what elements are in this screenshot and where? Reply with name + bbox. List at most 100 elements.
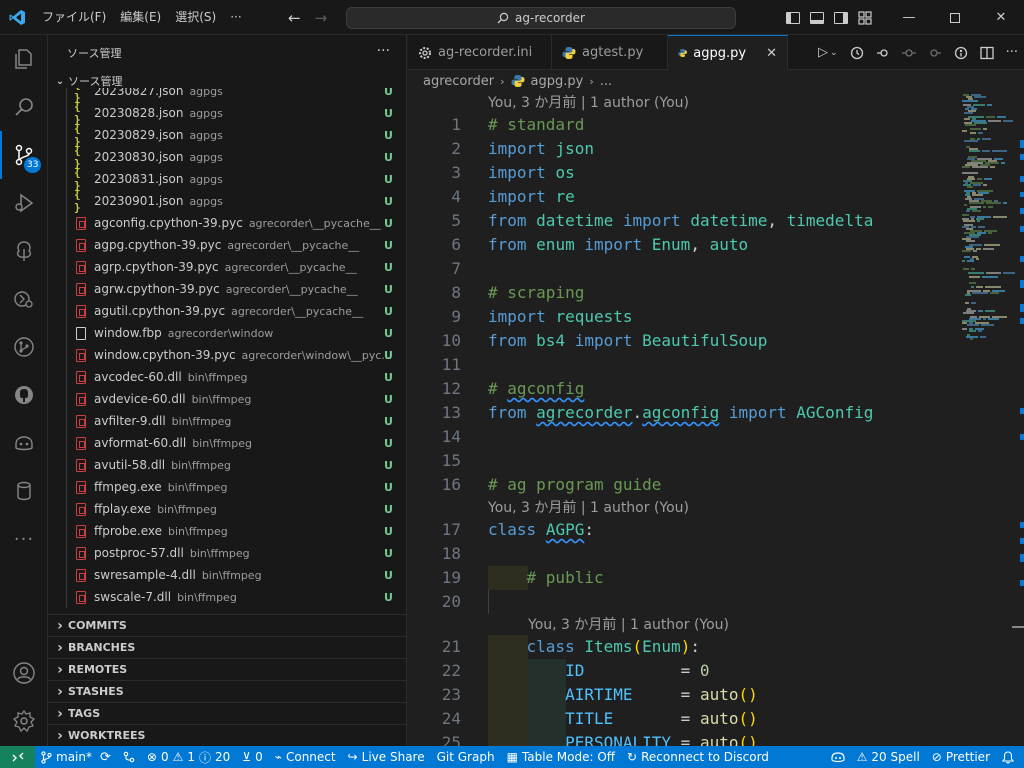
maximize-icon[interactable] (932, 0, 978, 35)
branch-status[interactable]: main* ⟳ (35, 746, 117, 768)
changed-file-item[interactable]: ffplay.exe bin\ffmpeg U (48, 498, 406, 520)
changed-file-item[interactable]: { } 20230831.json agpgs U (48, 166, 406, 192)
changed-file-item[interactable]: avdevice-60.dll bin\ffmpeg U (48, 388, 406, 410)
run-debug-icon[interactable] (0, 179, 48, 227)
section-worktrees[interactable]: › WORKTREES (48, 724, 406, 746)
changed-file-item[interactable]: swscale-7.dll bin\ffmpeg U (48, 586, 406, 608)
run-dropdown-chevron-icon[interactable]: ⌄ (830, 48, 838, 58)
spell-status[interactable]: ⚠ 20 Spell (851, 746, 926, 768)
database-icon[interactable] (0, 467, 48, 515)
sync-icon[interactable]: ⟳ (100, 750, 111, 765)
gitlens-inspect-icon[interactable] (954, 46, 968, 60)
minimap-slider[interactable] (1012, 626, 1024, 628)
copilot-status-icon[interactable] (825, 746, 851, 768)
run-python-icon[interactable]: ▷ (818, 45, 828, 60)
changed-file-item[interactable]: postproc-57.dll bin\ffmpeg U (48, 542, 406, 564)
changed-file-item[interactable]: ffmpeg.exe bin\ffmpeg U (48, 476, 406, 498)
git-graph-status[interactable]: Git Graph (431, 746, 501, 768)
toggle-primary-sidebar-icon[interactable] (786, 11, 800, 24)
changed-file-item[interactable]: avformat-60.dll bin\ffmpeg U (48, 432, 406, 454)
settings-gear-icon[interactable] (0, 697, 48, 745)
table-mode-status[interactable]: ▦ Table Mode: Off (501, 746, 621, 768)
editor-more-icon[interactable]: ··· (1006, 45, 1018, 60)
toggle-panel-icon[interactable] (810, 11, 824, 24)
changed-file-item[interactable]: { } 20230901.json agpgs U (48, 188, 406, 214)
breadcrumb-folder[interactable]: agrecorder (423, 74, 494, 89)
next-change-icon[interactable] (928, 46, 942, 60)
notifications-bell-icon[interactable] (996, 746, 1024, 768)
account-icon[interactable] (0, 649, 48, 697)
changed-file-item[interactable]: window.fbp agrecorder\window U (48, 322, 406, 344)
section-stashes[interactable]: › STASHES (48, 680, 406, 702)
breadcrumb-file[interactable]: agpg.py (531, 74, 584, 89)
customize-layout-icon[interactable] (858, 10, 872, 25)
problems-status[interactable]: ⊗ 0 ⚠ 1 ⓘ 20 (141, 746, 236, 768)
sidebar-more-icon[interactable]: ··· (377, 43, 390, 59)
minimize-icon[interactable]: — (886, 0, 932, 35)
changed-file-item[interactable]: { } 20230827.json agpgs U (48, 88, 406, 104)
changed-file-item[interactable]: ffprobe.exe bin\ffmpeg U (48, 520, 406, 542)
live-share-status[interactable]: ↪ Live Share (342, 746, 431, 768)
minimap[interactable] (956, 92, 1024, 746)
gitlens-status-icon[interactable] (117, 746, 141, 768)
minimap-code-segment (962, 250, 971, 252)
section-remotes[interactable]: › REMOTES (48, 658, 406, 680)
close-tab-icon[interactable]: ✕ (766, 46, 777, 61)
minimap-code-segment (976, 258, 979, 260)
connect-status[interactable]: ⌁ Connect (269, 746, 342, 768)
ports-status[interactable]: ⊻ 0 (236, 746, 268, 768)
tab-agtest-py[interactable]: agtest.py (552, 35, 668, 70)
close-window-icon[interactable]: ✕ (978, 0, 1024, 35)
breadcrumb-symbol[interactable]: ... (600, 74, 612, 89)
changed-file-item[interactable]: { } 20230828.json agpgs U (48, 100, 406, 126)
codelens-blame[interactable]: You, 3 か月前 | 1 author (You) (528, 615, 729, 635)
tab-agpg-py[interactable]: agpg.py ✕ (668, 35, 788, 70)
tab-ag-recorder-ini[interactable]: ag-recorder.ini (408, 35, 552, 70)
source-control-icon[interactable]: 33 (0, 131, 48, 179)
changed-file-item[interactable]: avutil-58.dll bin\ffmpeg U (48, 454, 406, 476)
changed-file-item[interactable]: agpg.cpython-39.pyc agrecorder\__pycache_… (48, 234, 406, 256)
changed-file-item[interactable]: swresample-4.dll bin\ffmpeg U (48, 564, 406, 586)
search-view-icon[interactable] (0, 83, 48, 131)
previous-change-icon[interactable] (876, 46, 890, 60)
tree-view-icon[interactable] (0, 227, 48, 275)
section-branches[interactable]: › BRANCHES (48, 636, 406, 658)
copilot-icon[interactable] (0, 419, 48, 467)
menu-more[interactable]: ··· (223, 0, 248, 35)
changed-file-item[interactable]: window.cpython-39.pyc agrecorder\window\_… (48, 344, 406, 366)
section-commits[interactable]: › COMMITS (48, 614, 406, 636)
discord-status[interactable]: ↻ Reconnect to Discord (621, 746, 775, 768)
remote-indicator-icon[interactable] (0, 746, 35, 768)
menu-file[interactable]: ファイル(F) (35, 0, 113, 35)
changed-file-item[interactable]: avcodec-60.dll bin\ffmpeg U (48, 366, 406, 388)
code-editor[interactable]: You, 3 か月前 | 1 author (You) 1 # standard … (408, 92, 956, 746)
changed-file-item[interactable]: agrw.cpython-39.pyc agrecorder\__pycache_… (48, 278, 406, 300)
github-icon[interactable] (0, 371, 48, 419)
changed-file-item[interactable]: { } 20230830.json agpgs U (48, 144, 406, 170)
more-views-icon[interactable]: ··· (0, 515, 48, 563)
section-tags[interactable]: › TAGS (48, 702, 406, 724)
changed-file-item[interactable]: agconfig.cpython-39.pyc agrecorder\__pyca… (48, 212, 406, 234)
changed-file-item[interactable]: avfilter-9.dll bin\ffmpeg U (48, 410, 406, 432)
menu-edit[interactable]: 編集(E) (113, 0, 168, 35)
changed-file-item[interactable]: agutil.cpython-39.pyc agrecorder\__pycach… (48, 300, 406, 322)
git-graph-icon[interactable] (0, 323, 48, 371)
line-number: 3 (451, 163, 461, 182)
forward-arrow-icon[interactable]: → (315, 9, 328, 27)
minimap-code-segment (973, 184, 981, 186)
explorer-icon[interactable] (0, 35, 48, 83)
remote-explorer-icon[interactable] (0, 275, 48, 323)
toggle-secondary-sidebar-icon[interactable] (834, 11, 848, 24)
line-number: 7 (451, 259, 461, 278)
timeline-history-icon[interactable] (850, 46, 864, 60)
changed-file-item[interactable]: { } 20230829.json agpgs U (48, 122, 406, 148)
git-commit-icon[interactable] (901, 46, 916, 60)
codelens-blame[interactable]: You, 3 か月前 | 1 author (You) (488, 93, 689, 113)
codelens-blame[interactable]: You, 3 か月前 | 1 author (You) (488, 498, 689, 518)
changed-file-item[interactable]: agrp.cpython-39.pyc agrecorder\__pycache_… (48, 256, 406, 278)
back-arrow-icon[interactable]: ← (288, 9, 301, 27)
prettier-status[interactable]: ⊘ Prettier (926, 746, 996, 768)
command-center-search[interactable]: ag-recorder (346, 7, 736, 29)
split-editor-icon[interactable] (979, 46, 994, 60)
menu-selection[interactable]: 選択(S) (168, 0, 223, 35)
